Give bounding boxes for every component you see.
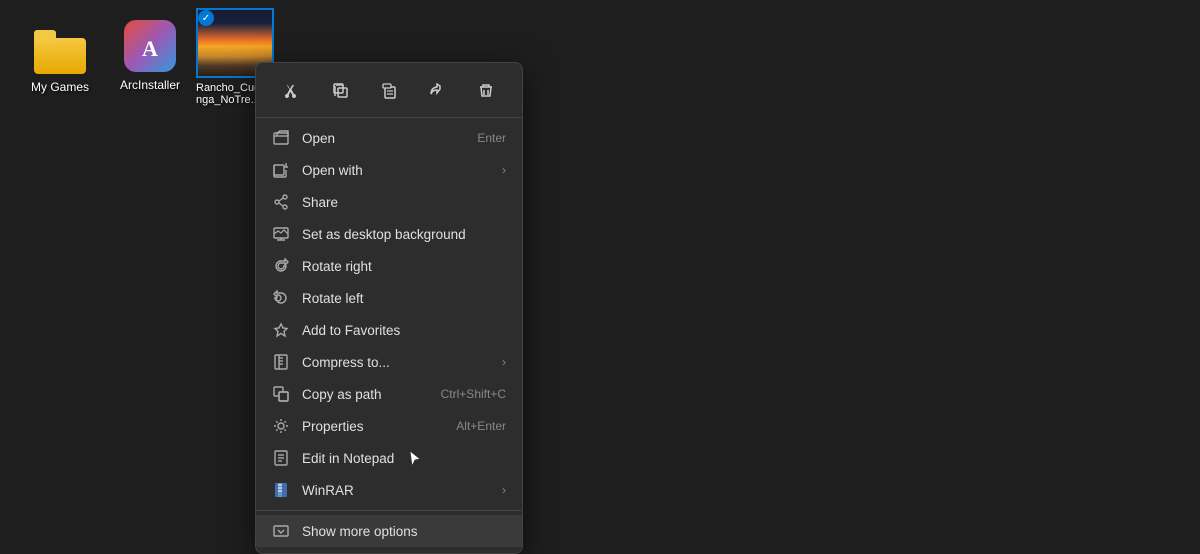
rotate-left-icon [272, 289, 290, 307]
menu-item-open-with[interactable]: Open with › [256, 154, 522, 186]
favorites-icon [272, 321, 290, 339]
show-more-label: Show more options [302, 524, 506, 539]
winrar-icon [272, 481, 290, 499]
menu-item-rotate-left[interactable]: Rotate left [256, 282, 522, 314]
open-icon [272, 129, 290, 147]
winrar-label: WinRAR [302, 483, 486, 498]
menu-item-properties[interactable]: Properties Alt+Enter [256, 410, 522, 442]
show-more-icon [272, 522, 290, 540]
desktop-icon-arcinstaller[interactable]: A ArcInstaller [110, 20, 190, 92]
open-with-arrow: › [502, 163, 506, 177]
menu-item-set-desktop-bg[interactable]: Set as desktop background [256, 218, 522, 250]
desktop-icon-label: ArcInstaller [120, 78, 180, 92]
menu-item-compress-to[interactable]: Compress to... › [256, 346, 522, 378]
rotate-right-icon [272, 257, 290, 275]
properties-shortcut: Alt+Enter [456, 419, 506, 433]
delete-button[interactable] [470, 75, 502, 107]
arc-icon: A [124, 20, 176, 72]
winrar-arrow: › [502, 483, 506, 497]
set-desktop-bg-label: Set as desktop background [302, 227, 506, 242]
menu-item-share[interactable]: Share [256, 186, 522, 218]
desktop-icon-my-games[interactable]: My Games [20, 30, 100, 94]
share-toolbar-button[interactable] [421, 75, 453, 107]
context-toolbar [256, 69, 522, 118]
properties-icon [272, 417, 290, 435]
compress-icon [272, 353, 290, 371]
share-icon [272, 193, 290, 211]
share-label: Share [302, 195, 506, 210]
compress-to-label: Compress to... [302, 355, 486, 370]
menu-item-add-favorites[interactable]: Add to Favorites [256, 314, 522, 346]
notepad-icon [272, 449, 290, 467]
menu-item-open[interactable]: Open Enter [256, 122, 522, 154]
folder-icon [34, 30, 86, 74]
open-with-icon [272, 161, 290, 179]
copy-path-icon [272, 385, 290, 403]
desktop-icon-label: My Games [31, 80, 89, 94]
cut-button[interactable] [276, 75, 308, 107]
rotate-right-label: Rotate right [302, 259, 506, 274]
desktop-bg-icon [272, 225, 290, 243]
menu-item-rotate-right[interactable]: Rotate right [256, 250, 522, 282]
copy-path-shortcut: Ctrl+Shift+C [441, 387, 506, 401]
context-menu: Open Enter Open with › Share [255, 62, 523, 554]
open-shortcut: Enter [477, 131, 506, 145]
menu-item-winrar[interactable]: WinRAR › [256, 474, 522, 506]
copy-path-label: Copy as path [302, 387, 429, 402]
menu-item-show-more[interactable]: Show more options [256, 515, 522, 547]
copy-button[interactable] [325, 75, 357, 107]
edit-notepad-label: Edit in Notepad [302, 451, 506, 466]
open-with-label: Open with [302, 163, 486, 178]
selection-badge: ✓ [198, 10, 214, 26]
menu-item-copy-path[interactable]: Copy as path Ctrl+Shift+C [256, 378, 522, 410]
add-favorites-label: Add to Favorites [302, 323, 506, 338]
rotate-left-label: Rotate left [302, 291, 506, 306]
menu-divider [256, 510, 522, 511]
compress-to-arrow: › [502, 355, 506, 369]
open-label: Open [302, 131, 465, 146]
paste-button[interactable] [373, 75, 405, 107]
menu-item-edit-notepad[interactable]: Edit in Notepad [256, 442, 522, 474]
svg-text:A: A [142, 36, 158, 61]
properties-label: Properties [302, 419, 444, 434]
